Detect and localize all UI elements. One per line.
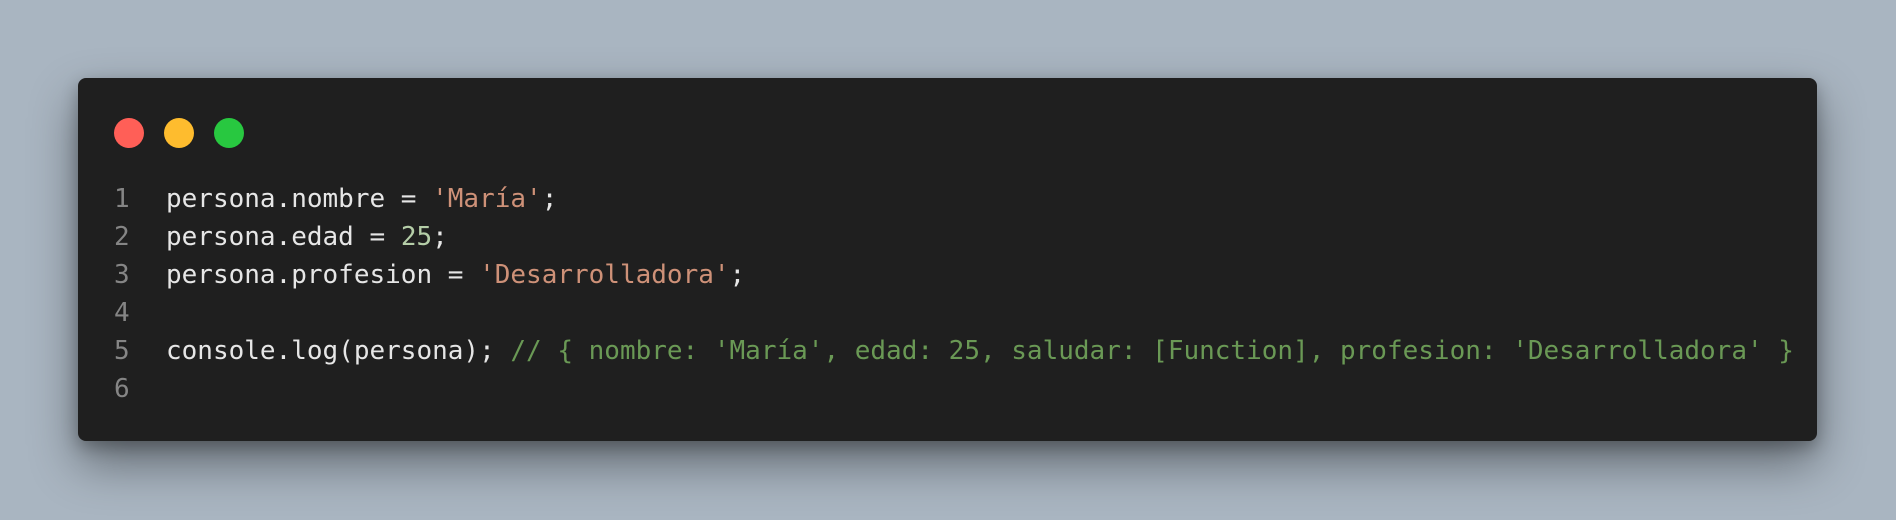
line-number: 5 xyxy=(114,336,130,366)
code-token-number: 25 xyxy=(400,222,433,252)
code-block: 1 persona.nombre = 'María'; 2 persona.edad … xyxy=(114,180,1797,408)
line-number: 4 xyxy=(114,298,130,328)
code-token-plain: console.log(persona); xyxy=(166,336,511,366)
window-controls xyxy=(114,118,244,148)
code-line: 2 persona.edad = 25; xyxy=(114,218,1797,256)
code-token-plain: persona.edad = xyxy=(166,222,401,252)
maximize-dot-icon xyxy=(214,118,244,148)
minimize-dot-icon xyxy=(164,118,194,148)
close-dot-icon xyxy=(114,118,144,148)
code-token-plain: ; xyxy=(432,222,448,252)
code-token-plain: ; xyxy=(729,260,746,290)
code-token-plain: persona.nombre = xyxy=(166,184,433,214)
code-token-string: 'Desarrolladora' xyxy=(479,260,730,290)
code-line: 6 xyxy=(114,370,1797,408)
code-token-plain: ; xyxy=(541,184,558,214)
line-number: 3 xyxy=(114,260,130,290)
line-content: persona.nombre = 'María'; xyxy=(166,180,1797,218)
line-content: persona.edad = 25; xyxy=(166,218,1797,256)
code-line: 1 persona.nombre = 'María'; xyxy=(114,180,1797,218)
code-line: 5 console.log(persona); // { nombre: 'Mar… xyxy=(114,332,1797,370)
line-number: 6 xyxy=(114,374,130,404)
code-line: 3 persona.profesion = 'Desarrolladora'; xyxy=(114,256,1797,294)
code-window: 1 persona.nombre = 'María'; 2 persona.edad … xyxy=(78,78,1817,441)
code-token-string: 'María' xyxy=(432,184,542,214)
line-content: console.log(persona); // { nombre: 'Marí… xyxy=(166,332,1797,370)
line-content: persona.profesion = 'Desarrolladora'; xyxy=(166,256,1797,294)
code-token-comment: // { nombre: 'María', edad: 25, saludar:… xyxy=(510,336,1794,366)
code-line: 4 xyxy=(114,294,1797,332)
line-number: 2 xyxy=(114,222,130,252)
line-content xyxy=(166,370,1797,408)
line-content xyxy=(166,294,1797,332)
code-token-plain: persona.profesion = xyxy=(166,260,480,290)
line-number: 1 xyxy=(114,184,130,214)
